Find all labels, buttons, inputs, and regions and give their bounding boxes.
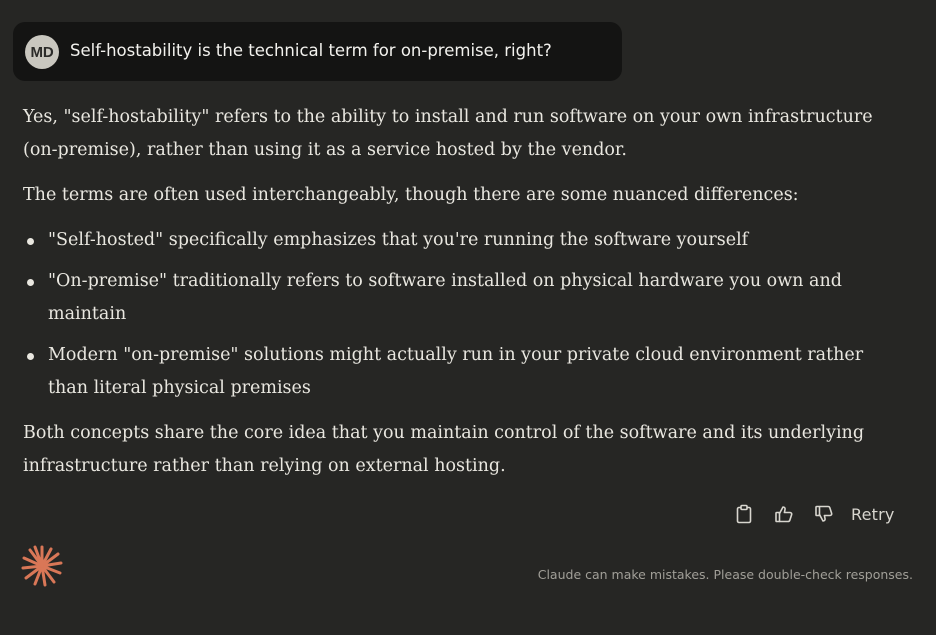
response-actions: Retry [730,500,895,528]
disclaimer-text: Claude can make mistakes. Please double-… [537,567,913,582]
list-item-text: "Self-hosted" specifically emphasizes th… [48,230,749,250]
thumbs-up-button[interactable] [770,500,798,528]
user-avatar[interactable]: MD [25,35,59,69]
user-message-bubble: MD Self-hostability is the technical ter… [13,22,622,81]
bullet-dot-icon [27,353,34,360]
response-paragraph-2: The terms are often used interchangeably… [23,185,799,205]
thumbs-up-icon [775,506,793,523]
thumbs-down-button[interactable] [810,500,838,528]
list-item: "On-premise" traditionally refers to sof… [23,265,903,331]
list-item: "Self-hosted" specifically emphasizes th… [23,224,903,257]
thumbs-down-icon [815,505,833,522]
claude-logo [20,544,64,588]
claude-starburst-icon [21,545,63,587]
user-message-text: Self-hostability is the technical term f… [70,41,552,60]
bullet-dot-icon [27,238,34,245]
response-paragraph-1: Yes, "self-hostability" refers to the ab… [23,107,873,160]
response-bullet-list: "Self-hosted" specifically emphasizes th… [23,224,903,405]
list-item-text: "On-premise" traditionally refers to sof… [48,271,842,324]
retry-button[interactable]: Retry [851,505,895,524]
response-paragraph-3: Both concepts share the core idea that y… [23,423,865,476]
copy-button[interactable] [730,500,758,528]
list-item: Modern "on-premise" solutions might actu… [23,339,903,405]
assistant-response: Yes, "self-hostability" refers to the ab… [23,101,903,483]
bullet-dot-icon [27,279,34,286]
clipboard-icon [736,504,752,524]
list-item-text: Modern "on-premise" solutions might actu… [48,345,864,398]
